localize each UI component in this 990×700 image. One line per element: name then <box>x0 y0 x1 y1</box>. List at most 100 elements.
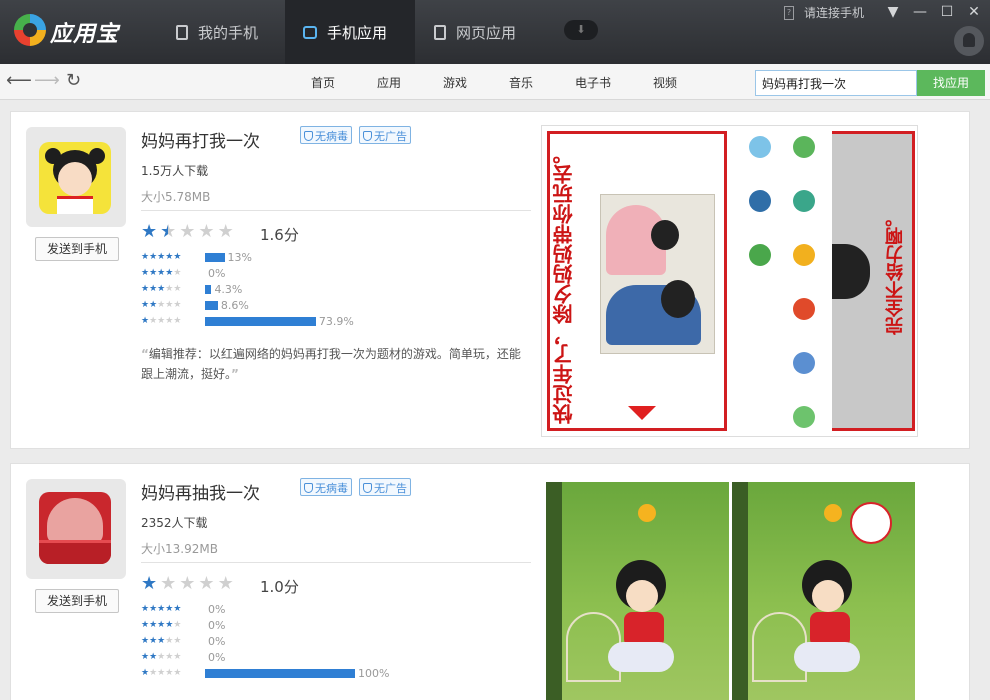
star-icon: ★ <box>217 573 234 594</box>
refresh-icon[interactable]: ↻ <box>66 70 81 91</box>
no-virus-label: 无病毒 <box>315 481 348 495</box>
star-icon: ★ <box>179 221 196 242</box>
no-virus-label: 无病毒 <box>315 129 348 143</box>
rating-percent: 0% <box>208 634 226 648</box>
no-ads-label: 无广告 <box>374 129 407 143</box>
app-icon[interactable] <box>39 142 111 214</box>
tab-web-apps[interactable]: 网页应用 <box>418 0 536 64</box>
back-arrow-icon[interactable]: ⟵ <box>6 70 32 91</box>
no-virus-badge: 无病毒 <box>300 478 352 496</box>
nav-apps[interactable]: 应用 <box>377 74 401 91</box>
phone-icon <box>176 24 188 40</box>
search-input[interactable] <box>755 70 917 96</box>
tab-web-apps-label: 网页应用 <box>456 23 517 42</box>
shield-icon <box>304 482 313 493</box>
rating-bar <box>205 300 218 310</box>
rating-bar <box>205 284 212 294</box>
rating-percent: 0% <box>208 602 226 616</box>
nav-ebooks[interactable]: 电子书 <box>575 74 611 91</box>
app-title[interactable]: 妈妈再打我一次 <box>141 127 260 152</box>
nav-videos[interactable]: 视频 <box>653 74 677 91</box>
rating-percent: 73.9% <box>318 314 354 328</box>
nav-bar: ⟵ ⟶ ↻ 首页 应用 游戏 音乐 电子书 视频 找应用 <box>0 64 990 100</box>
forward-arrow-icon[interactable]: ⟶ <box>34 70 60 91</box>
screenshot[interactable]: 快过年了，除夕妈妈带你玩去。 <box>547 131 727 431</box>
rating-distribution-row: ★★★★★ 4.3% <box>141 282 242 296</box>
connect-phone-button[interactable]: ? 请连接手机 <box>784 4 864 21</box>
rating-percent: 0% <box>208 618 226 632</box>
rating-percent: 13% <box>227 250 252 264</box>
app-title[interactable]: 妈妈再抽我一次 <box>141 479 260 504</box>
row-stars-icon: ★★★★★ <box>141 652 182 662</box>
send-to-phone-button[interactable]: 发送到手机 <box>35 237 119 261</box>
close-icon[interactable]: ✕ <box>964 2 984 22</box>
divider <box>141 210 531 211</box>
star-icon: ★ <box>217 221 234 242</box>
row-stars-icon: ★★★★★ <box>141 316 182 326</box>
screenshot-gallery[interactable] <box>541 477 918 700</box>
download-icon[interactable]: ⬇ <box>564 20 598 40</box>
screenshot[interactable] <box>732 482 915 700</box>
rating-distribution-row: ★★★★★ 100% <box>141 666 389 680</box>
rating-distribution-row: ★★★★★ 0% <box>141 634 225 648</box>
connect-phone-label: 请连接手机 <box>804 6 865 20</box>
send-to-phone-button[interactable]: 发送到手机 <box>35 589 119 613</box>
download-count: 2352人下载 <box>141 516 208 530</box>
editor-review: “编辑推荐：以红遍网络的妈妈再打我一次为题材的游戏。简单玩，还能跟上潮流，挺好。… <box>141 344 531 384</box>
star-icon: ★ <box>179 573 196 594</box>
app-card: 发送到手机 妈妈再抽我一次 无病毒 无广告 2352人下载 大小13.92MB … <box>10 463 970 700</box>
star-icon: ★ <box>141 573 158 594</box>
rating-bar <box>205 668 355 678</box>
user-avatar-icon[interactable] <box>954 26 984 56</box>
search-button[interactable]: 找应用 <box>917 70 985 96</box>
nav-home[interactable]: 首页 <box>311 74 335 91</box>
rating-score: 1.6分 <box>260 226 299 244</box>
shield-icon <box>363 130 372 141</box>
quote-open-icon: “ <box>141 347 149 361</box>
tab-my-phone-label: 我的手机 <box>198 23 259 42</box>
star-icon: ★ <box>160 573 177 594</box>
menu-icon[interactable]: ▼ <box>883 2 903 22</box>
rating-bar <box>205 316 316 326</box>
star-icon: ★ <box>141 221 158 242</box>
app-icon[interactable] <box>39 492 111 564</box>
screenshot-caption: 完全不给力啊。 <box>885 209 906 335</box>
rating-distribution-row: ★★★★★ 0% <box>141 602 225 616</box>
web-page-icon <box>434 24 446 40</box>
phone-connect-icon: ? <box>784 5 794 20</box>
star-icon: ★ <box>198 573 215 594</box>
app-card: 发送到手机 妈妈再打我一次 无病毒 无广告 1.5万人下载 大小5.78MB ★… <box>10 111 970 449</box>
rating-distribution-row: ★★★★★ 73.9% <box>141 314 354 328</box>
down-arrow-icon <box>628 406 656 420</box>
row-stars-icon: ★★★★★ <box>141 636 182 646</box>
row-stars-icon: ★★★★★ <box>141 252 182 262</box>
no-ads-badge: 无广告 <box>359 478 411 496</box>
screenshot[interactable] <box>732 126 832 436</box>
rating-stars: ★ ★ ★ ★ ★ <box>141 574 234 594</box>
tab-my-phone[interactable]: 我的手机 <box>166 0 284 64</box>
rating-stars: ★ ★ ★ ★ ★ <box>141 222 234 242</box>
minimize-icon[interactable]: — <box>910 2 930 22</box>
tab-phone-apps-label: 手机应用 <box>327 23 388 42</box>
quote-close-icon: ” <box>231 367 239 381</box>
rating-percent: 0% <box>208 650 226 664</box>
screenshot-illustration <box>600 194 715 354</box>
screenshot[interactable]: 完全不给力啊。 <box>832 131 915 431</box>
screenshot-caption: 快过年了，除夕妈妈带你玩去。 <box>552 144 576 424</box>
nav-music[interactable]: 音乐 <box>509 74 533 91</box>
rating-percent: 0% <box>208 266 226 280</box>
no-virus-badge: 无病毒 <box>300 126 352 144</box>
nav-games[interactable]: 游戏 <box>443 74 467 91</box>
rating-distribution-row: ★★★★★ 0% <box>141 618 225 632</box>
star-icon: ★ <box>198 221 215 242</box>
row-stars-icon: ★★★★★ <box>141 284 182 294</box>
rating-percent: 4.3% <box>214 282 243 296</box>
rating-score: 1.0分 <box>260 578 299 596</box>
no-ads-label: 无广告 <box>374 481 407 495</box>
maximize-icon[interactable]: ☐ <box>937 2 957 22</box>
file-size: 大小13.92MB <box>141 542 218 556</box>
screenshot[interactable] <box>546 482 729 700</box>
rating-bar <box>205 252 225 262</box>
tab-phone-apps[interactable]: 手机应用 <box>285 0 415 64</box>
screenshot-gallery[interactable]: 快过年了，除夕妈妈带你玩去。 完全不给力啊。 <box>541 125 918 437</box>
